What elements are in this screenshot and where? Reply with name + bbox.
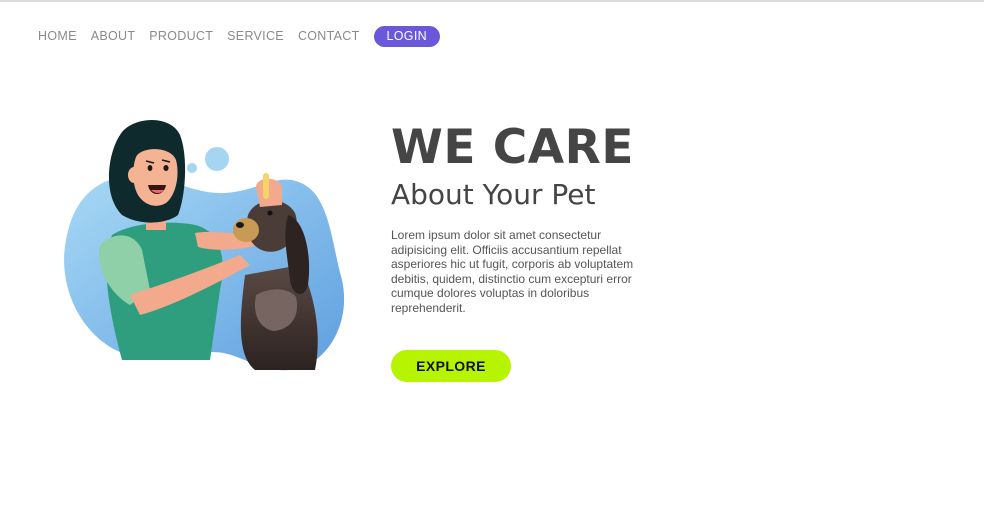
bubble-small — [187, 163, 197, 173]
dog-snout — [233, 218, 259, 242]
woman-face — [133, 149, 178, 206]
nav-about-link[interactable]: ABOUT — [91, 29, 136, 43]
pet-care-illustration — [64, 119, 345, 371]
explore-button[interactable]: EXPLORE — [391, 350, 511, 382]
hero-body-text: Lorem ipsum dolor sit amet consectetur a… — [391, 228, 634, 315]
nav-contact-link[interactable]: CONTACT — [298, 29, 360, 43]
nav-product-link[interactable]: PRODUCT — [149, 29, 213, 43]
hero-text: WE CARE About Your Pet Lorem ipsum dolor… — [391, 122, 661, 316]
login-button[interactable]: LOGIN — [373, 25, 440, 47]
main-nav: HOME ABOUT PRODUCT SERVICE CONTACT LOGIN — [38, 25, 440, 47]
bubble-large — [205, 147, 229, 171]
top-border — [0, 0, 984, 2]
hero-illustration — [60, 115, 352, 375]
nav-service-link[interactable]: SERVICE — [227, 29, 284, 43]
hero-title: WE CARE — [391, 120, 634, 175]
nav-home-link[interactable]: HOME — [38, 29, 77, 43]
grooming-brush — [263, 173, 269, 199]
hero-subtitle: About Your Pet — [391, 178, 596, 211]
